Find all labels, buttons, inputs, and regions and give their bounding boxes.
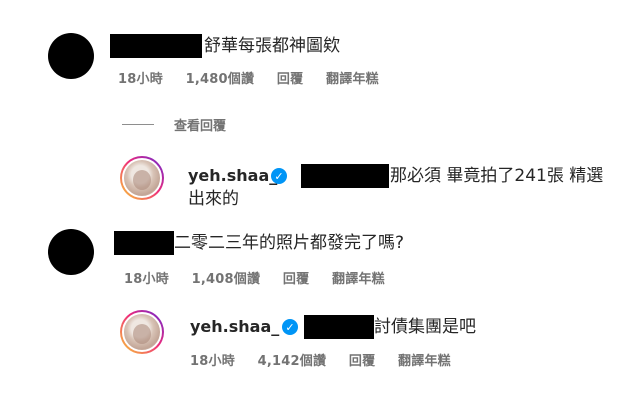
- avatar[interactable]: [120, 156, 164, 200]
- avatar[interactable]: [120, 310, 164, 354]
- translate-button[interactable]: 翻譯年糕: [326, 72, 379, 87]
- redacted-username: [114, 231, 174, 255]
- reply-meta: 18小時 4,142個讚 回覆 翻譯年糕: [190, 350, 469, 369]
- comment-time: 18小時: [118, 72, 163, 87]
- verified-badge-icon: ✓: [271, 168, 287, 184]
- comment-meta: 18小時 1,480個讚 回覆 翻譯年糕: [118, 68, 397, 87]
- reply-username[interactable]: yeh.shaa_: [190, 317, 279, 336]
- comment-likes[interactable]: 1,408個讚: [192, 272, 261, 287]
- redacted-mention: [304, 315, 374, 339]
- reply-button[interactable]: 回覆: [283, 272, 309, 287]
- comment-text: 舒華每張都神圖欸: [204, 36, 340, 56]
- reply-time: 18小時: [190, 354, 235, 369]
- view-replies-button[interactable]: 查看回覆: [174, 115, 226, 134]
- comment-meta: 18小時 1,408個讚 回覆 翻譯年糕: [124, 268, 403, 287]
- verified-badge-icon: ✓: [282, 319, 298, 335]
- avatar[interactable]: [48, 229, 94, 275]
- redacted-username: [110, 34, 202, 58]
- reply-text-cont: 出來的: [188, 189, 239, 209]
- reply-likes[interactable]: 4,142個讚: [258, 354, 327, 369]
- divider-line: [122, 124, 154, 125]
- redacted-mention: [301, 164, 389, 188]
- translate-button[interactable]: 翻譯年糕: [398, 354, 451, 369]
- translate-button[interactable]: 翻譯年糕: [332, 272, 385, 287]
- comment-text: 二零二三年的照片都發完了嗎?: [174, 233, 405, 253]
- reply-username[interactable]: yeh.shaa_: [188, 166, 277, 185]
- reply-button[interactable]: 回覆: [349, 354, 375, 369]
- comment-time: 18小時: [124, 272, 169, 287]
- reply-text: 討債集團是吧: [374, 317, 476, 337]
- avatar[interactable]: [48, 33, 94, 79]
- reply-button[interactable]: 回覆: [277, 72, 303, 87]
- reply-text: 那必須 畢竟拍了241張 精選: [390, 166, 604, 186]
- comment-likes[interactable]: 1,480個讚: [186, 72, 255, 87]
